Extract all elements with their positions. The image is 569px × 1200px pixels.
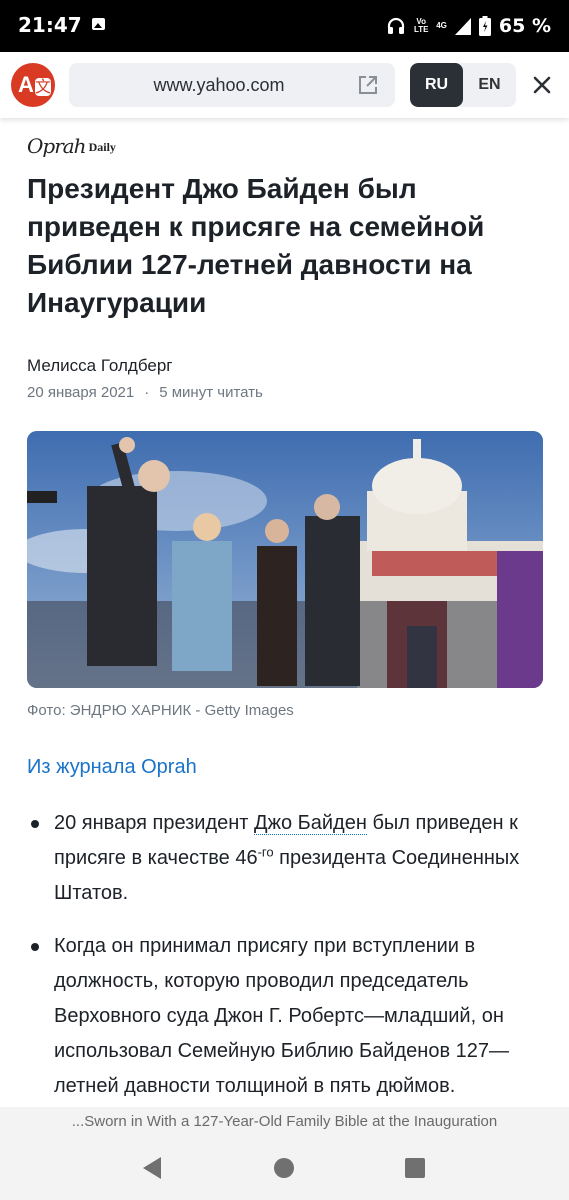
hero-photo[interactable]	[27, 431, 543, 688]
signal-icon	[454, 18, 471, 35]
source-link[interactable]: Из журнала Oprah	[27, 756, 197, 779]
publication-logo-suffix: Daily	[88, 140, 116, 154]
article-meta: 20 января 2021 · 5 минут читать	[27, 384, 263, 401]
home-icon[interactable]	[274, 1158, 294, 1178]
status-icons: Vo LTE 4G 65 %	[386, 12, 551, 40]
publication-logo[interactable]: Oprah Daily	[27, 132, 116, 158]
translate-logo-glyph: 文	[35, 77, 52, 96]
meta-separator: ·	[144, 384, 150, 401]
open-external-icon[interactable]	[357, 74, 379, 96]
network-gen-indicator: 4G	[436, 21, 447, 30]
publish-date: 20 января 2021	[27, 384, 135, 401]
headphones-icon	[388, 17, 405, 34]
bullet1-before: 20 января президент	[54, 812, 255, 834]
image-notification-icon	[92, 18, 105, 30]
battery-icon	[478, 16, 491, 36]
status-time: 21:47	[18, 13, 82, 37]
photo-caption: Фото: ЭНДРЮ ХАРНИК - Getty Images	[27, 702, 294, 719]
author-name[interactable]: Мелисса Голдберг	[27, 356, 172, 376]
recent-apps-icon[interactable]	[405, 1158, 425, 1178]
close-icon[interactable]	[530, 73, 554, 97]
status-bar: 21:47 Vo LTE 4G 65 %	[0, 0, 569, 52]
back-icon[interactable]	[143, 1157, 161, 1179]
inauguration-photo	[27, 431, 543, 688]
translate-toolbar: A 文 www.yahoo.com RU EN	[0, 52, 569, 118]
battery-percent: 65 %	[498, 15, 551, 37]
biden-link[interactable]: Джо Байден	[254, 812, 367, 835]
language-switch: RU EN	[410, 63, 516, 107]
url-text: www.yahoo.com	[153, 74, 285, 95]
lang-ru-button[interactable]: RU	[410, 63, 463, 107]
summary-list: 20 января президент Джо Байден был приве…	[27, 806, 543, 1122]
list-item: Когда он принимал присягу при вступлении…	[27, 929, 543, 1104]
system-nav-bar	[0, 1137, 569, 1200]
translate-logo-icon[interactable]: A 文	[11, 63, 55, 107]
article-headline: Президент Джо Байден был приведен к прис…	[27, 173, 485, 318]
page-title-bar: ...Sworn in With a 127-Year-Old Family B…	[0, 1107, 569, 1137]
ordinal-suffix: -го	[257, 844, 274, 860]
translate-logo-letter: A	[18, 72, 34, 97]
url-field[interactable]: www.yahoo.com	[69, 63, 395, 107]
publication-logo-name: Oprah	[27, 134, 87, 158]
volte-indicator: Vo LTE	[413, 17, 429, 34]
read-time: 5 минут читать	[159, 384, 263, 401]
lang-en-button[interactable]: EN	[463, 63, 516, 107]
list-item: 20 января президент Джо Байден был приве…	[27, 806, 543, 911]
